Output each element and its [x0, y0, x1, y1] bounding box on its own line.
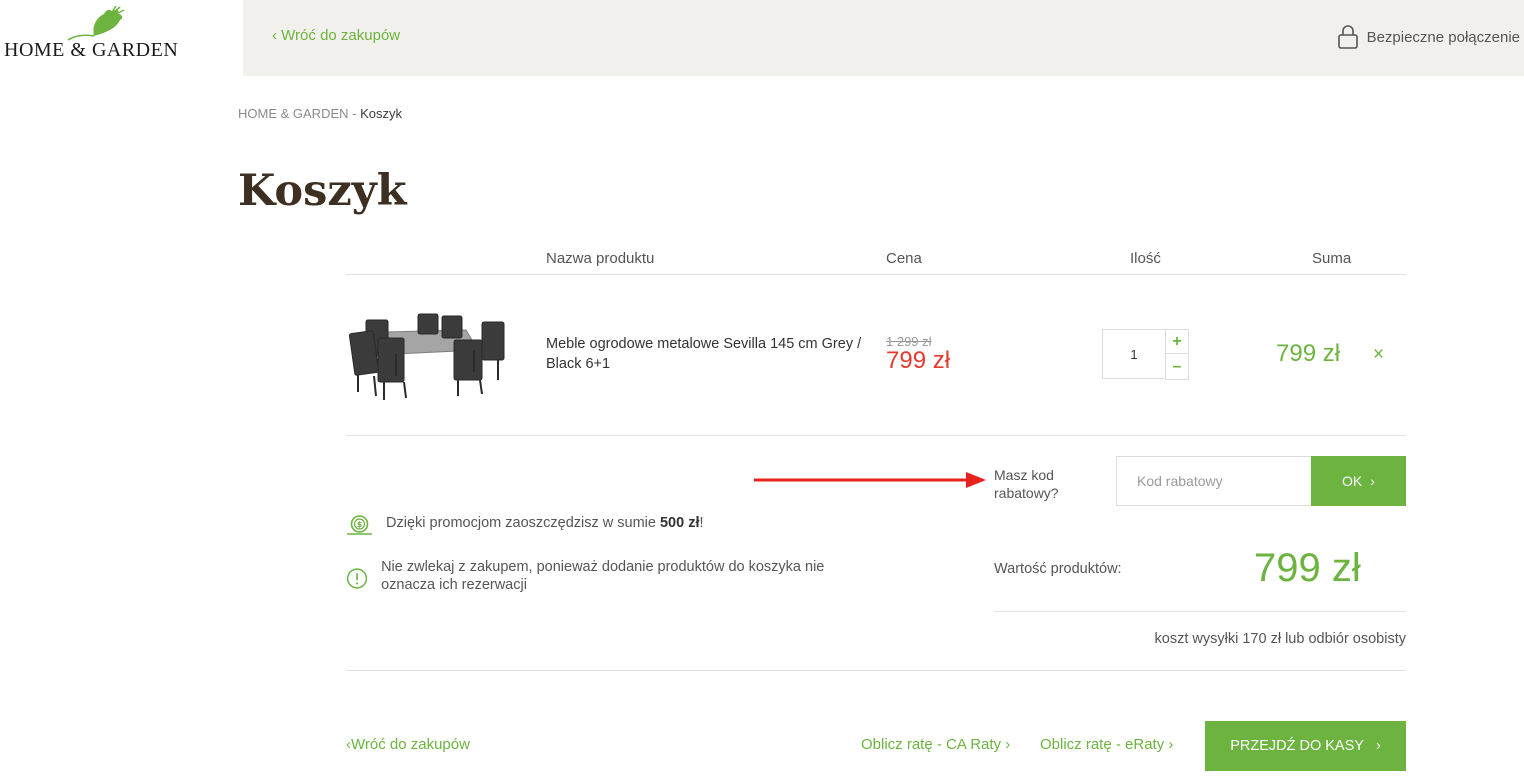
quantity-decrease-button[interactable]: –: [1166, 354, 1189, 380]
divider: [346, 670, 1406, 671]
back-to-shopping-link-bottom[interactable]: ‹Wróć do zakupów: [346, 736, 470, 753]
products-value-label: Wartość produktów:: [994, 561, 1122, 577]
annotation-arrow-icon: [754, 472, 986, 488]
secure-connection-label: Bezpieczne połączenie: [1366, 28, 1520, 46]
logo[interactable]: HOME & GARDEN: [4, 6, 204, 70]
minus-icon: –: [1172, 357, 1182, 375]
divider: [994, 611, 1406, 612]
shipping-info: koszt wysyłki 170 zł lub odbiór osobisty: [1154, 631, 1406, 647]
column-header-quantity: Ilość: [1130, 250, 1161, 267]
savings-text: Dzięki promocjom zaoszczędzisz w sumie 5…: [386, 515, 704, 531]
breadcrumb: HOME & GARDEN - Koszyk: [238, 106, 402, 121]
remove-item-button[interactable]: ×: [1373, 344, 1384, 366]
logo-text: HOME & GARDEN: [4, 39, 179, 61]
chevron-left-icon: ‹: [272, 27, 282, 44]
svg-text:$: $: [357, 520, 363, 529]
breadcrumb-home[interactable]: HOME & GARDEN: [238, 106, 349, 121]
column-header-price: Cena: [886, 250, 922, 267]
chevron-right-icon: ›: [1005, 736, 1011, 753]
plus-icon: +: [1172, 332, 1182, 350]
chevron-right-icon: ›: [1168, 736, 1174, 753]
ca-raty-link[interactable]: Oblicz ratę - CA Raty ›: [861, 736, 1010, 753]
exclamation-circle-icon: [346, 568, 368, 589]
apply-discount-button[interactable]: OK ›: [1311, 456, 1406, 506]
reservation-warning-text: Nie zwlekaj z zakupem, ponieważ dodanie …: [381, 559, 825, 593]
close-icon: ×: [1373, 344, 1385, 365]
checkout-button[interactable]: PRZEJDŹ DO KASY ›: [1205, 721, 1406, 771]
breadcrumb-current: Koszyk: [360, 106, 403, 121]
products-value: 799 zł: [1254, 546, 1361, 590]
back-to-shopping-link-top[interactable]: ‹ Wróć do zakupów: [272, 27, 400, 44]
breadcrumb-separator: -: [352, 106, 357, 121]
discount-code-input[interactable]: [1116, 456, 1312, 506]
divider: [346, 435, 1406, 436]
padlock-icon: [1337, 25, 1358, 49]
savings-info: $ Dzięki promocjom zaoszczędzisz w sumie…: [346, 514, 704, 536]
sale-price: 799 zł: [886, 347, 951, 374]
column-header-sum: Suma: [1312, 250, 1352, 267]
hoopoe-bird-icon: [67, 6, 125, 41]
eraty-link[interactable]: Oblicz ratę - eRaty ›: [1040, 736, 1173, 753]
chevron-right-icon: ›: [1370, 473, 1375, 489]
top-bar: [243, 0, 1524, 76]
divider: [346, 274, 1406, 275]
reservation-warning: Nie zwlekaj z zakupem, ponieważ dodanie …: [346, 558, 866, 594]
savings-amount: 500 zł: [659, 515, 700, 531]
secure-connection: Bezpieczne połączenie: [1337, 25, 1520, 49]
product-name[interactable]: Meble ogrodowe metalowe Sevilla 145 cm G…: [546, 334, 876, 374]
quantity-increase-button[interactable]: +: [1166, 329, 1189, 354]
product-image[interactable]: [346, 310, 508, 402]
discount-code-label: Masz kod rabatowy?: [994, 467, 1059, 501]
row-total: 799 zł: [1276, 340, 1341, 367]
chevron-right-icon: ›: [1375, 738, 1381, 754]
quantity-input[interactable]: [1102, 329, 1166, 379]
coin-savings-icon: $: [347, 515, 372, 535]
page-title: Koszyk: [238, 166, 407, 216]
column-header-product: Nazwa produktu: [546, 250, 655, 267]
